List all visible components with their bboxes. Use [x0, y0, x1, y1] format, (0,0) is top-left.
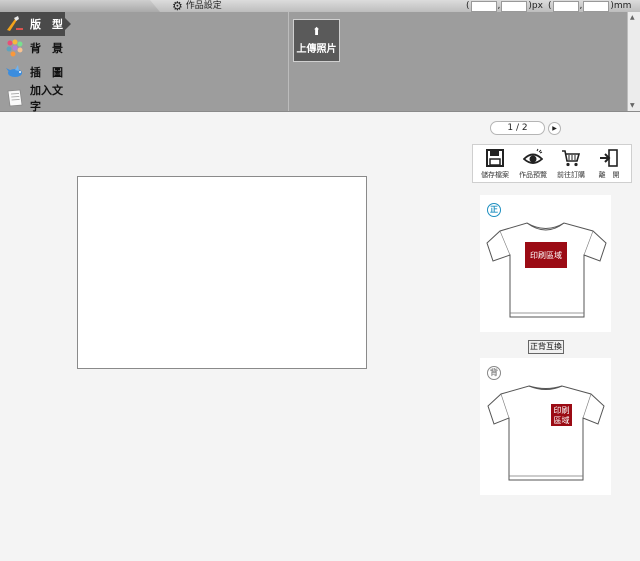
back-print-label-line1: 印刷	[554, 406, 570, 415]
px-width-input[interactable]	[470, 0, 497, 12]
px-open-paren: (	[466, 1, 470, 11]
nav-item-background[interactable]: 背 景	[0, 36, 65, 60]
order-label: 前往訂購	[557, 171, 585, 179]
nav-label-layout: 版 型	[30, 18, 63, 31]
nav-item-layout[interactable]: 版 型	[0, 12, 71, 36]
nav-label-add-text: 加入文字	[30, 84, 63, 113]
px-comma: ,	[497, 1, 501, 11]
exit-label: 離 開	[598, 171, 620, 179]
order-button[interactable]: 前往訂購	[554, 148, 588, 180]
scroll-down-icon[interactable]: ▼	[630, 102, 635, 109]
mm-open-paren: (	[548, 1, 552, 11]
layout-brush-icon	[7, 16, 23, 31]
preview-button[interactable]: 作品預覽	[516, 148, 550, 180]
px-unit-label: )px	[528, 1, 543, 11]
scroll-up-icon[interactable]: ▲	[630, 14, 635, 21]
nav-item-illustration[interactable]: 插 圖	[0, 60, 65, 84]
back-tshirt-icon: 印刷 區域	[487, 385, 605, 481]
px-height-input[interactable]	[501, 0, 528, 12]
toolbar-scrollbar[interactable]: ▲ ▼	[627, 12, 640, 111]
text-page-icon	[7, 89, 23, 107]
page-indicator: 1 / 2	[490, 121, 545, 135]
back-print-label-line2: 區域	[554, 415, 570, 425]
mm-unit-label: )mm	[610, 1, 632, 11]
front-preview-card[interactable]: 正 印刷區域	[480, 195, 611, 332]
nav-label-background: 背 景	[30, 42, 63, 55]
eye-icon	[523, 148, 543, 164]
top-tab-shape	[0, 0, 160, 12]
exit-icon	[600, 149, 618, 167]
front-print-label: 印刷區域	[530, 250, 562, 260]
mm-height-input[interactable]	[583, 0, 610, 12]
settings-link[interactable]: ⚙ 作品設定	[172, 0, 222, 12]
up-arrow-icon: ⬆	[311, 25, 322, 38]
save-button[interactable]: 儲存檔案	[478, 148, 512, 180]
upload-photo-button[interactable]: ⬆ 上傳照片	[293, 19, 340, 62]
save-label: 儲存檔案	[481, 171, 509, 179]
preview-label: 作品預覽	[519, 171, 547, 179]
nav-label-illustration: 插 圖	[30, 66, 63, 79]
back-preview-card[interactable]: 背 印刷 區域	[480, 358, 611, 495]
toolbar-divider	[288, 12, 289, 111]
cart-icon	[562, 150, 581, 167]
mm-size-fields: ( , )mm	[548, 0, 631, 12]
nav-item-add-text[interactable]: 加入文字	[0, 84, 65, 113]
bird-icon	[6, 65, 22, 77]
save-icon	[486, 149, 504, 167]
editor-toolbar: 版 型 背 景 插 圖 加入文字 ⬆ 上傳照片 ▲ ▼	[0, 12, 640, 113]
play-arrow-icon[interactable]: ▶	[548, 122, 561, 135]
side-nav: 版 型 背 景 插 圖 加入文字	[0, 12, 71, 113]
action-toolbar: 儲存檔案 作品預覽 前往訂購 離 開	[472, 144, 632, 183]
back-badge: 背	[487, 366, 501, 380]
gear-icon: ⚙	[172, 0, 183, 13]
upload-photo-label: 上傳照片	[296, 44, 337, 55]
front-badge: 正	[487, 203, 501, 217]
swap-front-back-button[interactable]: 正背互換	[528, 340, 564, 354]
pixel-size-fields: ( , )px	[466, 0, 543, 12]
mm-width-input[interactable]	[552, 0, 579, 12]
exit-button[interactable]: 離 開	[592, 148, 626, 180]
settings-label: 作品設定	[185, 1, 222, 11]
mm-comma: ,	[579, 1, 583, 11]
palette-icon	[6, 39, 23, 57]
front-tshirt-icon: 印刷區域	[486, 222, 607, 318]
design-canvas[interactable]	[77, 176, 367, 369]
